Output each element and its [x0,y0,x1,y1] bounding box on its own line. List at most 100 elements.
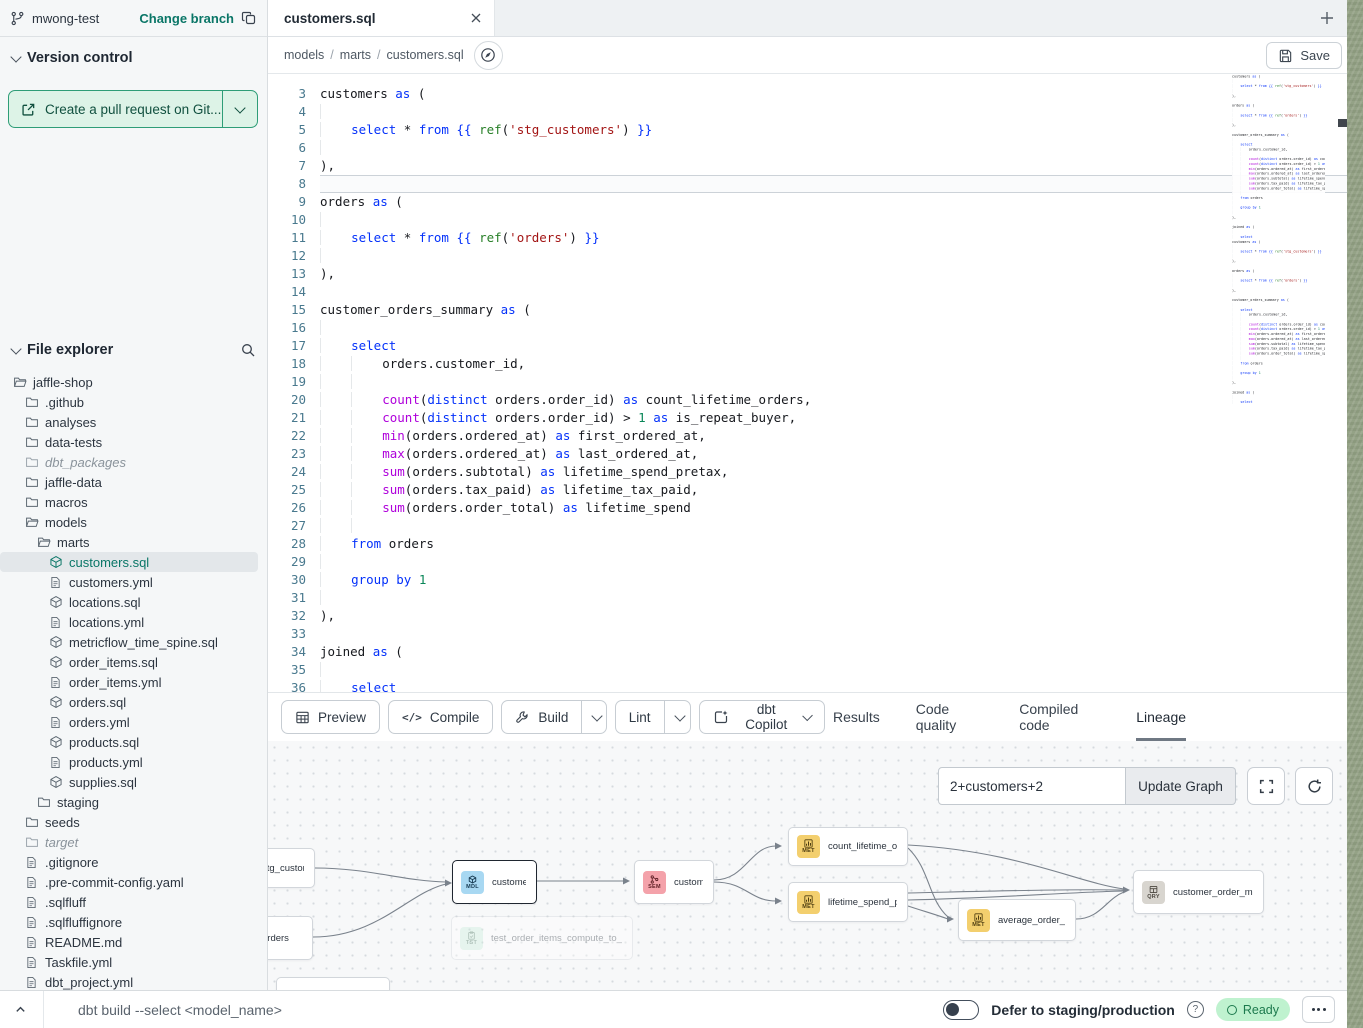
code-line-3[interactable]: 3customers as ( [268,85,1347,103]
editor-scrollbar[interactable] [1338,119,1347,127]
build-button[interactable]: Build [502,701,581,733]
code-line-32[interactable]: 32), [268,607,1347,625]
lineage-node-lifetime-spend-pretax[interactable]: METlifetime_spend_pretax [788,882,908,922]
code-line-26[interactable]: 26 sum(orders.order_total) as lifetime_s… [268,499,1347,517]
code-line-35[interactable]: 35 [268,661,1347,679]
tree-item-products-yml[interactable]: products.yml [0,752,268,772]
lineage-node-orders[interactable]: MDLorders [268,916,313,960]
tab-code-quality[interactable]: Code quality [916,693,983,741]
lineage-node-customers[interactable]: MDLcustomers [452,860,537,904]
tab-lineage[interactable]: Lineage [1136,693,1186,741]
tree-item-models[interactable]: models [0,512,268,532]
code-line-27[interactable]: 27 [268,517,1347,535]
breadcrumb-file[interactable]: customers.sql [387,48,464,62]
lineage-selector-input[interactable]: 2+customers+2 [938,767,1126,805]
tree-item-jaffle-data[interactable]: jaffle-data [0,472,268,492]
code-editor[interactable]: 3customers as (4 5 select * from {{ ref(… [268,74,1347,692]
tree-item-analyses[interactable]: analyses [0,412,268,432]
tree-item-target[interactable]: target [0,832,268,852]
code-line-31[interactable]: 31 [268,589,1347,607]
command-input[interactable]: dbt build --select <model_name> [78,1002,282,1018]
tree-item--pre-commit-config-yaml[interactable]: .pre-commit-config.yaml [0,872,268,892]
lint-button[interactable]: Lint [616,701,664,733]
code-line-20[interactable]: 20 count(distinct orders.order_id) as co… [268,391,1347,409]
preview-button[interactable]: Preview [281,700,380,734]
version-control-header[interactable]: Version control [0,44,268,72]
tree-item--sqlfluff[interactable]: .sqlfluff [0,892,268,912]
tree-item-customers-yml[interactable]: customers.yml [0,572,268,592]
tree-item-orders-sql[interactable]: orders.sql [0,692,268,712]
code-line-23[interactable]: 23 max(orders.ordered_at) as last_ordere… [268,445,1347,463]
help-icon[interactable]: ? [1187,1001,1204,1018]
code-line-28[interactable]: 28 from orders [268,535,1347,553]
create-pr-dropdown[interactable] [222,91,257,127]
change-branch-link[interactable]: Change branch [139,11,234,26]
lint-dropdown[interactable] [664,701,691,733]
tree-item-order-items-yml[interactable]: order_items.yml [0,672,268,692]
tree-item--gitignore[interactable]: .gitignore [0,852,268,872]
tree-item-seeds[interactable]: seeds [0,812,268,832]
save-button[interactable]: Save [1266,42,1342,69]
code-line-30[interactable]: 30 group by 1 [268,571,1347,589]
tree-item-locations-yml[interactable]: locations.yml [0,612,268,632]
tree-item-products-sql[interactable]: products.sql [0,732,268,752]
tree-item-data-tests[interactable]: data-tests [0,432,268,452]
compass-icon[interactable] [474,41,503,70]
tree-item--sqlfluffignore[interactable]: .sqlfluffignore [0,912,268,932]
code-line-17[interactable]: 17 select [268,337,1347,355]
breadcrumb-marts[interactable]: marts [340,48,371,62]
code-line-36[interactable]: 36 select [268,679,1347,692]
tab-customers-sql[interactable]: customers.sql [268,0,495,36]
code-line-19[interactable]: 19 [268,373,1347,391]
collapse-icon[interactable] [14,1003,27,1016]
build-dropdown[interactable] [581,701,606,733]
compile-button[interactable]: </> Compile [388,700,493,734]
create-pr-button[interactable]: Create a pull request on Git... [8,90,258,128]
code-line-14[interactable]: 14 [268,283,1347,301]
tree-item-taskfile-yml[interactable]: Taskfile.yml [0,952,268,972]
tree-item-orders-yml[interactable]: orders.yml [0,712,268,732]
dbt-copilot-button[interactable]: dbt Copilot [699,700,825,734]
tab-results[interactable]: Results [833,693,880,741]
copy-icon[interactable] [241,10,257,26]
code-line-11[interactable]: 11 select * from {{ ref('orders') }} [268,229,1347,247]
lineage-node[interactable] [276,977,390,991]
tree-item--github[interactable]: .github [0,392,268,412]
lineage-panel[interactable]: MDLstg_customersMDLordersMDLcustomersTST… [268,741,1347,991]
tree-item-readme-md[interactable]: README.md [0,932,268,952]
lineage-node-customer-order-metrics[interactable]: QRYcustomer_order_metrics [1133,870,1264,914]
code-line-10[interactable]: 10 [268,211,1347,229]
fullscreen-button[interactable] [1247,767,1285,805]
tree-item-dbt-packages[interactable]: dbt_packages [0,452,268,472]
code-line-33[interactable]: 33 [268,625,1347,643]
code-line-7[interactable]: 7), [268,157,1347,175]
code-line-34[interactable]: 34joined as ( [268,643,1347,661]
code-line-12[interactable]: 12 [268,247,1347,265]
search-icon[interactable] [240,342,256,358]
code-line-25[interactable]: 25 sum(orders.tax_paid) as lifetime_tax_… [268,481,1347,499]
code-line-8[interactable]: 8 [268,175,1347,193]
refresh-button[interactable] [1295,767,1333,805]
tree-item-locations-sql[interactable]: locations.sql [0,592,268,612]
minimap[interactable]: customers as ( select * from {{ ref('stg… [1232,74,1325,464]
code-line-6[interactable]: 6 [268,139,1347,157]
tree-item-dbt-project-yml[interactable]: dbt_project.yml [0,972,268,990]
code-line-24[interactable]: 24 sum(orders.subtotal) as lifetime_spen… [268,463,1347,481]
tree-item-order-items-sql[interactable]: order_items.sql [0,652,268,672]
tree-item-staging[interactable]: staging [0,792,268,812]
code-line-21[interactable]: 21 count(distinct orders.order_id) > 1 a… [268,409,1347,427]
code-line-16[interactable]: 16 [268,319,1347,337]
code-line-13[interactable]: 13), [268,265,1347,283]
status-badge[interactable]: Ready [1216,998,1290,1021]
code-line-18[interactable]: 18 orders.customer_id, [268,355,1347,373]
lineage-node-count-lifetime-orders[interactable]: METcount_lifetime_orders [788,827,908,866]
close-icon[interactable] [470,12,482,24]
tree-item-customers-sql[interactable]: customers.sql [0,552,258,572]
tab-compiled-code[interactable]: Compiled code [1019,693,1100,741]
code-line-5[interactable]: 5 select * from {{ ref('stg_customers') … [268,121,1347,139]
tree-item-macros[interactable]: macros [0,492,268,512]
lineage-node-customers[interactable]: SEMcustomers [634,860,714,904]
breadcrumb-models[interactable]: models [284,48,324,62]
update-graph-button[interactable]: Update Graph [1126,767,1236,805]
new-tab-button[interactable] [1319,10,1335,26]
